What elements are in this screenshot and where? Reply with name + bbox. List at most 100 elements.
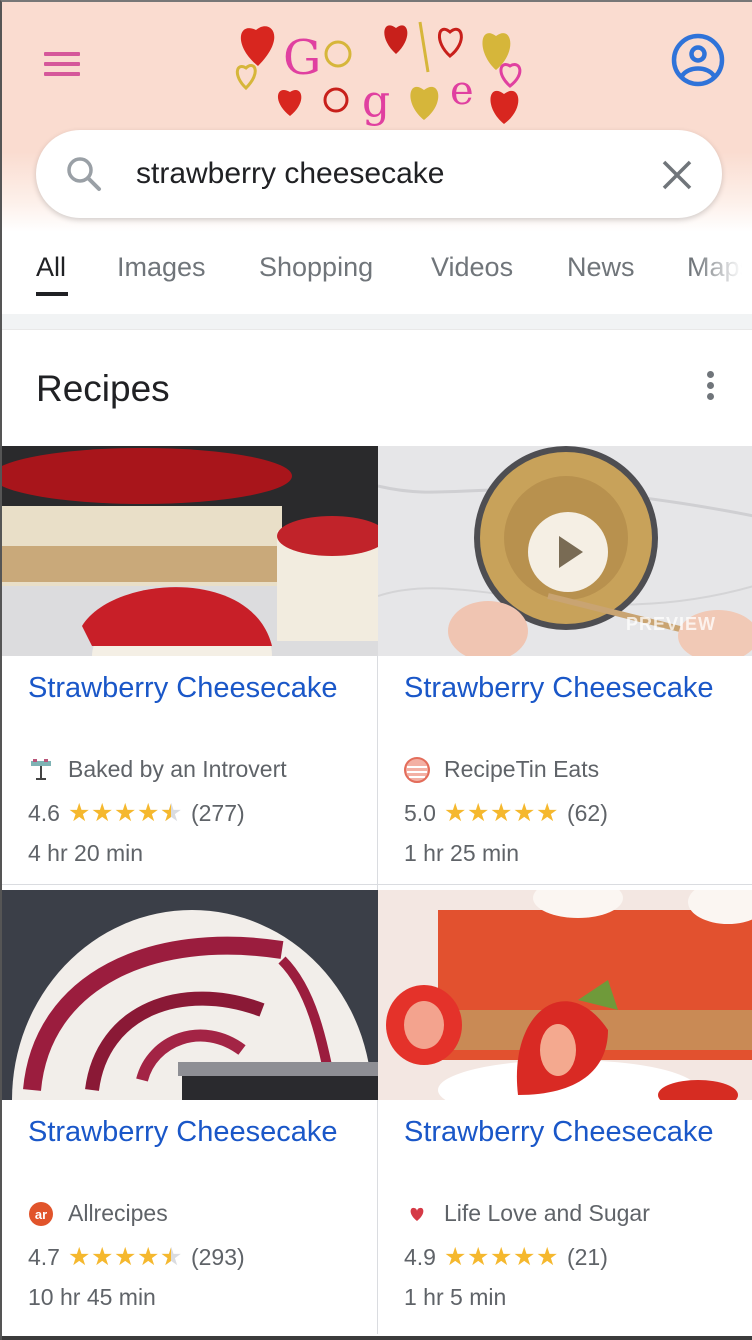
recipe-source-name: Life Love and Sugar <box>444 1200 650 1226</box>
recipe-title[interactable]: Strawberry Cheesecake <box>28 672 337 705</box>
star-half-icon: ★ <box>160 1245 183 1271</box>
recipe-total-time: 1 hr 5 min <box>404 1284 507 1310</box>
heart-icon <box>235 64 257 91</box>
doodle-letter: g <box>362 76 390 126</box>
window-bottom-edge <box>2 1336 752 1340</box>
row-divider <box>2 884 378 885</box>
recipe-video-thumbnail[interactable]: PREVIEW <box>378 446 752 656</box>
more-vert-dot <box>706 382 714 389</box>
star-full-icon: ★ <box>136 1243 160 1271</box>
hamburger-menu-icon <box>44 52 80 56</box>
star-half-icon: ★ <box>160 801 183 827</box>
play-video-icon[interactable] <box>528 512 608 592</box>
doodle-letter <box>323 87 349 113</box>
recipe-source: RecipeTin Eats <box>404 756 599 783</box>
tab-videos[interactable]: Videos <box>431 252 513 283</box>
heart-icon <box>410 86 439 120</box>
heart-icon <box>240 26 275 66</box>
header: G g e <box>2 2 752 232</box>
recipe-image[interactable] <box>378 890 752 1100</box>
heart-icon <box>490 90 519 124</box>
recipe-rating: 4.9 ★ ★ ★ ★ ★ (21) <box>404 1244 608 1271</box>
star-full-icon: ★ <box>443 1243 467 1271</box>
recipe-card[interactable]: Strawberry Cheesecake Baked by an Introv… <box>2 446 378 890</box>
more-vert-dot <box>706 393 714 400</box>
doodle-letter: e <box>450 68 474 114</box>
doodle-letter <box>418 21 430 73</box>
allrecipes-logo-icon: ar <box>29 1201 53 1226</box>
recipe-card[interactable]: Strawberry Cheesecake Life Love and Suga… <box>378 890 752 1334</box>
star-full-icon: ★ <box>90 1243 114 1271</box>
close-icon[interactable] <box>656 154 698 196</box>
recipe-rating: 4.7 ★★★★★ (293) <box>28 1244 245 1271</box>
recipe-card[interactable]: Strawberry Cheesecake ar Allrecipes 4.7 … <box>2 890 378 1334</box>
recipe-title[interactable]: Strawberry Cheesecake <box>404 672 713 705</box>
tab-shopping[interactable]: Shopping <box>259 252 373 283</box>
recipe-image[interactable] <box>2 890 378 1100</box>
google-doodle-logo[interactable]: G g e <box>228 16 534 126</box>
recipe-source: ar Allrecipes <box>28 1200 168 1227</box>
more-options-button[interactable] <box>696 368 724 408</box>
more-vert-icon <box>706 371 714 378</box>
account-icon[interactable] <box>670 32 726 88</box>
tab-news[interactable]: News <box>567 252 635 283</box>
heart-icon <box>499 63 522 88</box>
star-full-icon: ★ <box>113 1243 137 1271</box>
recipe-total-time: 10 hr 45 min <box>28 1284 156 1310</box>
star-full-icon: ★ <box>443 799 467 827</box>
hamburger-line <box>44 72 80 76</box>
recipe-title[interactable]: Strawberry Cheesecake <box>28 1116 337 1149</box>
search-input[interactable] <box>136 152 636 196</box>
recipe-title[interactable]: Strawberry Cheesecake <box>404 1116 713 1149</box>
star-rating: ★ ★ ★ ★ ★ <box>67 799 183 827</box>
recipe-card[interactable]: PREVIEW Strawberry Cheesecake RecipeTin … <box>378 446 752 890</box>
star-full-icon: ★ <box>466 1243 490 1271</box>
recipetin-logo-icon <box>404 756 430 783</box>
heart-icon <box>384 25 408 54</box>
recipe-source-name: Baked by an Introvert <box>68 756 287 782</box>
recipe-rating: 4.6 ★★★★★ (277) <box>28 800 245 827</box>
review-count: (277) <box>190 800 245 826</box>
star-full-icon: ★ <box>136 799 160 827</box>
recipe-image[interactable] <box>2 446 378 656</box>
review-count: (293) <box>190 1244 245 1270</box>
rating-value: 5.0 <box>404 800 436 826</box>
star-full-icon: ★ <box>535 1243 559 1271</box>
doodle-letter: G <box>283 30 321 86</box>
star-full-icon: ★ <box>512 799 536 827</box>
recipe-rating: 5.0 ★ ★ ★ ★ ★ (62) <box>404 800 608 827</box>
row-divider <box>378 884 752 885</box>
star-full-icon: ★ <box>512 1243 536 1271</box>
hamburger-line <box>44 62 80 66</box>
preview-label: PREVIEW <box>626 614 717 634</box>
star-full-icon: ★ <box>67 799 91 827</box>
tab-images[interactable]: Images <box>117 252 206 283</box>
heart-icon <box>410 1207 424 1221</box>
rating-value: 4.6 <box>28 800 60 826</box>
heart-icon <box>438 28 463 58</box>
recipe-total-time: 4 hr 20 min <box>28 840 144 866</box>
rating-value: 4.7 <box>28 1244 60 1270</box>
star-full-icon: ★ <box>489 799 513 827</box>
recipe-source-name: RecipeTin Eats <box>444 756 600 782</box>
doodle-letter <box>324 40 352 68</box>
review-count: (62) <box>566 800 608 826</box>
recipes-heading: Recipes <box>36 368 170 409</box>
review-count: (21) <box>566 1244 608 1270</box>
recipe-source: Life Love and Sugar <box>404 1200 650 1227</box>
cake-stand-icon <box>31 758 51 780</box>
star-full-icon: ★ <box>489 1243 513 1271</box>
rating-value: 4.9 <box>404 1244 436 1270</box>
recipe-source-name: Allrecipes <box>68 1200 168 1226</box>
heart-icon <box>277 90 302 116</box>
main-menu-button[interactable] <box>44 52 84 80</box>
svg-text:ar: ar <box>35 1207 47 1222</box>
star-full-icon: ★ <box>535 799 559 827</box>
tab-all[interactable]: All <box>36 252 66 283</box>
star-full-icon: ★ <box>90 799 114 827</box>
section-divider <box>2 314 752 330</box>
star-rating: ★ ★ ★ ★ ★ <box>444 1245 559 1270</box>
recipe-source: Baked by an Introvert <box>28 756 287 783</box>
star-full-icon: ★ <box>466 799 490 827</box>
search-icon[interactable] <box>64 154 104 194</box>
